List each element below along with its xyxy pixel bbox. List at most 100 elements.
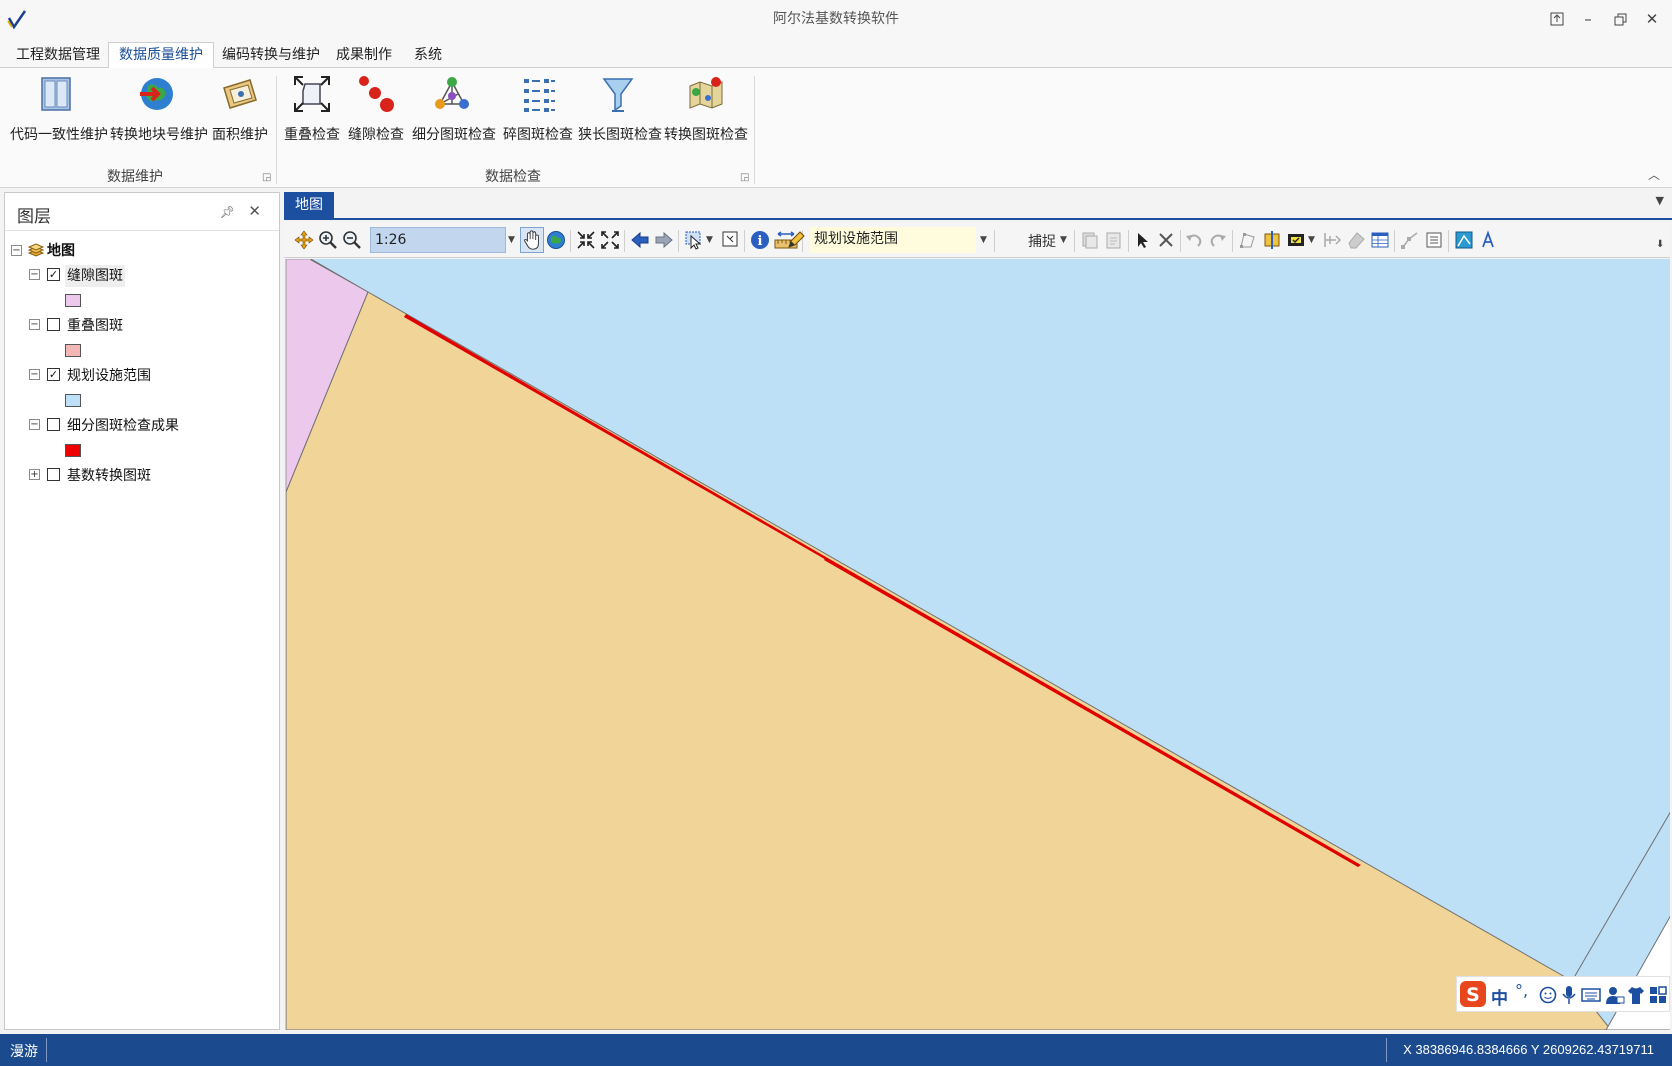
layer-checkbox-subdivide[interactable] xyxy=(47,418,60,431)
layer-list-icon[interactable] xyxy=(1424,230,1444,250)
edit-pencil-icon[interactable] xyxy=(786,230,806,250)
layer-planning-facilities[interactable]: 规划设施范围 xyxy=(67,365,151,387)
tab-data-quality[interactable]: 数据质量维护 xyxy=(108,42,214,69)
close-icon[interactable]: ✕ xyxy=(1640,9,1664,29)
collapse-icon[interactable]: − xyxy=(29,369,40,380)
area-map-icon xyxy=(223,79,257,109)
layer-checkbox-planning[interactable]: ✓ xyxy=(47,368,60,381)
toolbox-grid-icon[interactable] xyxy=(1649,986,1667,1004)
code-consistency-button[interactable]: 代码一致性维护 xyxy=(10,74,108,146)
zoom-in-fixed-icon[interactable] xyxy=(576,230,596,250)
full-extent-globe-icon[interactable] xyxy=(546,230,566,250)
eraser-icon xyxy=(1348,232,1365,249)
split-feature-icon[interactable] xyxy=(1262,230,1282,250)
group-dialog-launcher-icon[interactable]: ◲ xyxy=(262,172,271,183)
layer-checkbox-conversion[interactable] xyxy=(47,468,60,481)
fragment-icon xyxy=(524,79,555,112)
skin-shirt-icon[interactable] xyxy=(1627,985,1645,1005)
panel-close-icon[interactable]: ✕ xyxy=(248,202,261,220)
target-layer-select[interactable]: 规划设施范围 xyxy=(810,227,976,253)
title-bar: 阿尔法基数转换软件 – ✕ xyxy=(0,0,1672,38)
expand-icon[interactable]: + xyxy=(29,469,40,480)
clear-selection-icon[interactable] xyxy=(720,230,740,250)
toolbar-separator xyxy=(1074,230,1075,252)
pan-move-icon[interactable] xyxy=(294,230,314,250)
sogou-logo-icon[interactable]: S xyxy=(1459,980,1487,1008)
layer-checkbox-gap[interactable]: ✓ xyxy=(47,268,60,281)
collapse-icon[interactable]: − xyxy=(29,269,40,280)
paste-feature-icon xyxy=(1106,232,1121,249)
area-maintenance-button[interactable]: 面积维护 xyxy=(210,74,270,146)
scale-input[interactable]: 1:26 xyxy=(370,227,506,253)
identify-info-icon[interactable]: i xyxy=(750,230,770,250)
toolbar-separator xyxy=(1128,230,1129,252)
convert-parcel-number-button[interactable]: 转换地块号维护 xyxy=(110,74,208,146)
merge-feature-icon[interactable] xyxy=(1286,230,1306,250)
user-icon[interactable] xyxy=(1605,985,1625,1005)
layer-gap-patches[interactable]: 缝隙图斑 xyxy=(65,265,125,287)
collapse-icon[interactable]: − xyxy=(29,319,40,330)
snap-dropdown-icon[interactable]: ▼ xyxy=(1060,235,1067,245)
tab-system[interactable]: 系统 xyxy=(404,44,452,68)
back-arrow-icon[interactable] xyxy=(630,230,650,250)
collapse-icon[interactable]: − xyxy=(29,419,40,430)
text-annotation-icon[interactable] xyxy=(1478,230,1498,250)
layer-checkbox-overlap[interactable] xyxy=(47,318,60,331)
tab-project-data[interactable]: 工程数据管理 xyxy=(6,44,110,68)
zoom-in-icon[interactable] xyxy=(318,230,338,250)
minimize-icon[interactable]: – xyxy=(1576,9,1600,29)
group-dialog-launcher-icon[interactable]: ◲ xyxy=(740,172,749,183)
pin-icon[interactable]: 📌︎ xyxy=(220,205,235,219)
attribute-table-icon[interactable] xyxy=(1370,230,1390,250)
fragment-check-label: 碎图斑检查 xyxy=(503,127,573,143)
toolbar-separator xyxy=(744,230,745,252)
map-tab-bar: 地图 ▼ xyxy=(284,190,1672,220)
select-arrow-icon[interactable] xyxy=(1132,230,1152,250)
layer-subdivide-results[interactable]: 细分图斑检查成果 xyxy=(67,415,179,437)
collapse-icon[interactable]: − xyxy=(11,245,22,256)
emoji-icon[interactable] xyxy=(1539,986,1557,1004)
toolbar-overflow-icon[interactable]: ⬇ xyxy=(1656,239,1664,250)
tree-root-map[interactable]: 地图 xyxy=(47,240,75,262)
target-layer-dropdown-icon[interactable]: ▼ xyxy=(980,235,987,245)
merge-dropdown-icon[interactable]: ▼ xyxy=(1308,235,1315,245)
convert-patch-check-button[interactable]: 转换图斑检查 xyxy=(664,74,748,146)
map-export-icon[interactable] xyxy=(1454,230,1474,250)
forward-arrow-icon[interactable] xyxy=(654,230,674,250)
tab-menu-chevron-icon[interactable]: ▼ xyxy=(1656,194,1664,207)
globe-arrow-icon xyxy=(140,78,173,110)
gap-check-label: 缝隙检查 xyxy=(348,127,404,143)
ime-mode-toggle[interactable]: 中 xyxy=(1491,984,1508,1009)
scale-dropdown-icon[interactable]: ▼ xyxy=(508,235,515,245)
toolbar-separator xyxy=(678,230,679,252)
restore-icon[interactable] xyxy=(1608,9,1632,29)
select-features-icon[interactable] xyxy=(684,230,704,250)
microphone-icon[interactable] xyxy=(1561,985,1577,1005)
tab-code-conversion[interactable]: 编码转换与维护 xyxy=(212,44,330,68)
toolbar-separator xyxy=(1394,230,1395,252)
layer-panel: 图层 📌︎ ✕ − 地图 − ✓ 缝隙图斑 − 重叠图斑 − ✓ 规划设施范围 … xyxy=(4,192,280,1030)
zoom-out-fixed-icon[interactable] xyxy=(600,230,620,250)
overlap-check-button[interactable]: 重叠检查 xyxy=(282,74,342,146)
map-canvas[interactable] xyxy=(285,259,1670,1030)
tab-output[interactable]: 成果制作 xyxy=(326,44,402,68)
toolbar-separator xyxy=(1232,230,1233,252)
subdivide-check-button[interactable]: 细分图斑检查 xyxy=(412,74,496,146)
layer-overlap-patches[interactable]: 重叠图斑 xyxy=(67,315,123,337)
layer-base-conversion[interactable]: 基数转换图斑 xyxy=(67,465,151,487)
fragment-check-button[interactable]: 碎图斑检查 xyxy=(498,74,578,146)
layers-icon xyxy=(27,243,45,257)
narrow-check-button[interactable]: 狭长图斑检查 xyxy=(578,74,662,146)
hand-pan-icon[interactable] xyxy=(520,227,544,253)
area-maintenance-label: 面积维护 xyxy=(212,127,268,143)
gap-check-button[interactable]: 缝隙检查 xyxy=(346,74,406,146)
zoom-out-icon[interactable] xyxy=(342,230,362,250)
select-dropdown-icon[interactable]: ▼ xyxy=(706,235,713,245)
ribbon-collapse-icon[interactable]: ︿ xyxy=(1648,166,1660,183)
delete-x-icon[interactable] xyxy=(1156,230,1176,250)
snap-label[interactable]: 捕捉 xyxy=(1028,231,1056,251)
tab-map[interactable]: 地图 xyxy=(284,192,334,220)
restore-top-icon[interactable] xyxy=(1545,9,1569,29)
keyboard-icon[interactable] xyxy=(1581,987,1601,1003)
ime-punct-toggle[interactable]: °, xyxy=(1515,981,1528,1000)
